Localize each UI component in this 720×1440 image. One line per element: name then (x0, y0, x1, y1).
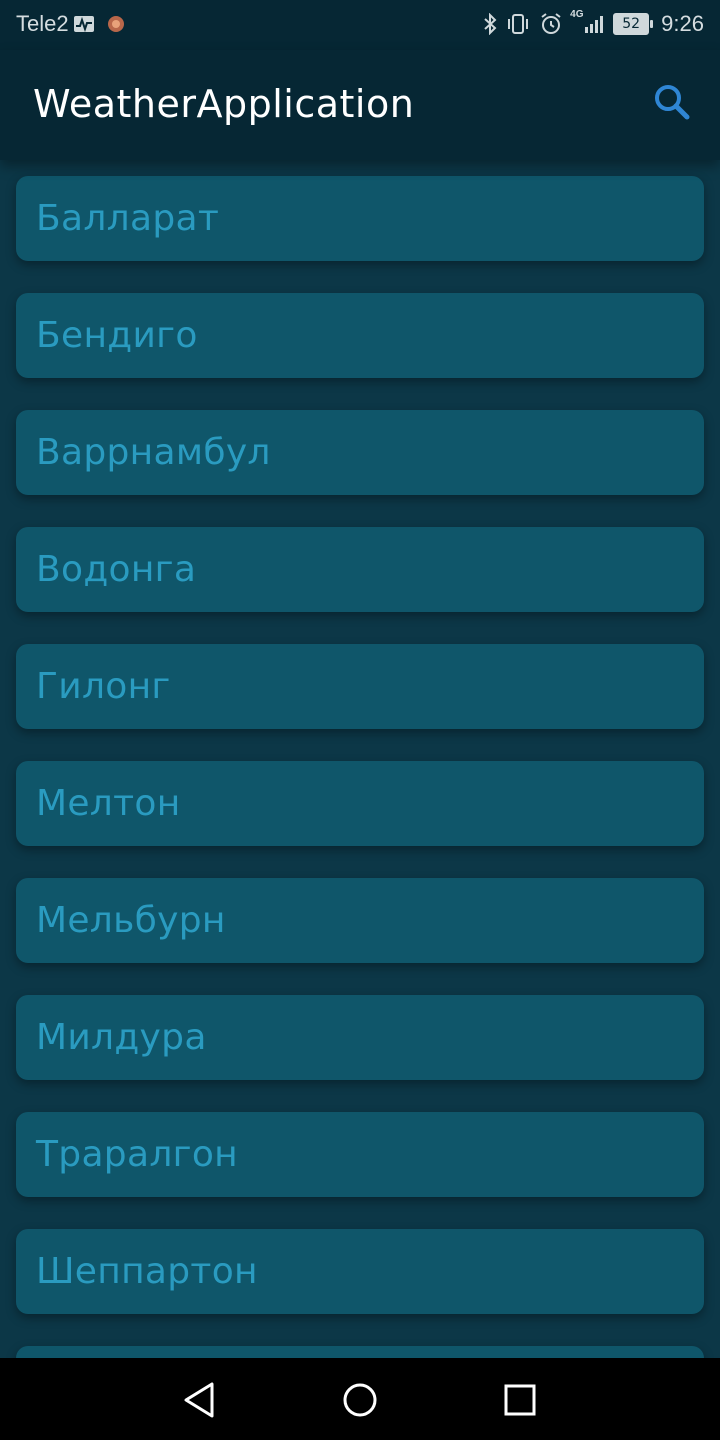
status-left: Tele2 (16, 11, 125, 37)
city-item[interactable]: Траралгон (16, 1112, 704, 1197)
signal-4g-icon: 4G (570, 9, 605, 35)
city-name: Мельбурн (36, 900, 226, 941)
search-icon (655, 85, 690, 120)
clock-time: 9:26 (661, 11, 704, 36)
recents-button[interactable] (498, 1378, 542, 1422)
home-button[interactable] (338, 1378, 382, 1422)
city-name: Балларат (36, 198, 220, 239)
back-triangle-icon (184, 1382, 214, 1418)
city-item[interactable]: Гилонг (16, 644, 704, 729)
city-item[interactable]: Бендиго (16, 293, 704, 378)
recents-square-icon (504, 1384, 536, 1416)
navigation-bar (0, 1358, 720, 1440)
city-item[interactable]: Мельбурн (16, 878, 704, 963)
city-name: Милдура (36, 1017, 207, 1058)
carrier-label: Tele2 (16, 11, 69, 36)
notification-app-icon (107, 15, 125, 33)
city-item[interactable]: Шеппартон (16, 1229, 704, 1314)
activity-monitor-icon (73, 15, 95, 33)
city-name: Водонга (36, 549, 197, 590)
city-item[interactable]: Милдура (16, 995, 704, 1080)
app-title: WeatherApplication (33, 82, 415, 126)
city-item-partial[interactable] (16, 1346, 704, 1358)
city-item[interactable]: Водонга (16, 527, 704, 612)
home-circle-icon (343, 1383, 377, 1417)
city-name: Мелтон (36, 783, 181, 824)
city-name: Бендиго (36, 315, 198, 356)
battery-level: 52 (613, 13, 650, 35)
city-name: Траралгон (36, 1134, 239, 1175)
city-item[interactable]: Мелтон (16, 761, 704, 846)
back-button[interactable] (178, 1378, 222, 1422)
alarm-clock-icon (539, 12, 563, 36)
app-bar: WeatherApplication (0, 50, 720, 160)
search-button[interactable] (652, 82, 692, 122)
city-item[interactable]: Варрнамбул (16, 410, 704, 495)
bluetooth-icon (483, 13, 497, 35)
city-item[interactable]: Балларат (16, 176, 704, 261)
city-name: Шеппартон (36, 1251, 258, 1292)
vibrate-icon (505, 13, 531, 35)
network-label: 4G (570, 9, 584, 20)
city-list[interactable]: Балларат Бендиго Варрнамбул Водонга Гило… (0, 160, 720, 1358)
city-name: Гилонг (36, 666, 171, 707)
status-bar: Tele2 4G 52 9:26 (0, 0, 720, 50)
status-right: 4G 52 9:26 (483, 9, 704, 37)
battery-icon: 52 (613, 13, 654, 35)
city-name: Варрнамбул (36, 432, 271, 473)
